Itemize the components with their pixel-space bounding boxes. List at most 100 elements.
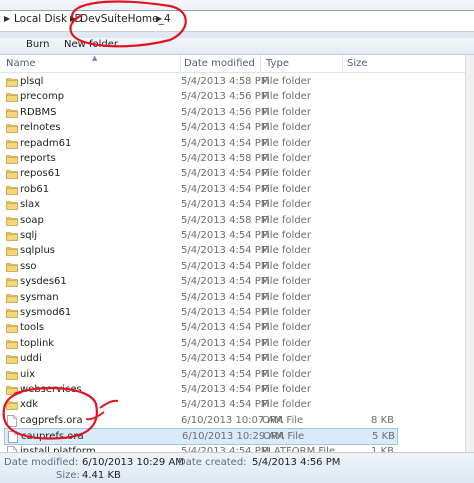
file-date-modified: 5/4/2013 4:54 PM (181, 199, 270, 211)
size-value: 4.41 KB (82, 470, 121, 481)
date-modified-label: Date modified: (4, 457, 79, 468)
file-type: File folder (262, 153, 311, 164)
file-name: tools (20, 322, 45, 334)
folder-icon (6, 155, 18, 164)
file-icon (8, 431, 18, 444)
file-name: repadm61 (20, 137, 72, 149)
folder-icon (6, 78, 18, 87)
details-pane: Date modified: 6/10/2013 10:29 AM Date c… (0, 452, 474, 483)
file-name: cauprefs.ora (21, 431, 84, 443)
file-type: File folder (262, 399, 311, 411)
file-date-modified: 5/4/2013 4:54 PM (181, 276, 270, 288)
folder-icon (6, 170, 18, 180)
file-date-modified: 5/4/2013 4:58 PM (181, 153, 270, 164)
file-name: RDBMS (20, 106, 57, 118)
file-date-modified: 5/4/2013 4:56 PM (181, 91, 270, 103)
file-date-modified: 5/4/2013 4:54 PM (181, 337, 270, 349)
folder-icon (6, 262, 18, 272)
command-toolbar: Burn New folder (0, 38, 474, 55)
folder-icon (6, 232, 18, 241)
breadcrumb-chevron-icon[interactable]: ▶ (70, 14, 76, 23)
file-type: File folder (262, 76, 311, 87)
folder-icon (6, 93, 18, 103)
file-name: soap (20, 214, 44, 226)
file-name: sysman (20, 291, 59, 303)
file-name: reports (20, 153, 56, 164)
file-date-modified: 5/4/2013 4:54 PM (181, 399, 270, 411)
burn-button[interactable]: Burn (26, 39, 49, 50)
folder-icon (6, 370, 18, 380)
file-name: slax (20, 199, 41, 211)
file-icon (7, 414, 17, 427)
file-type: File folder (262, 353, 311, 365)
new-folder-button[interactable]: New folder (64, 39, 118, 50)
vertical-scrollbar[interactable] (465, 55, 474, 452)
file-name: repos61 (20, 168, 61, 180)
sort-ascending-icon: ▲ (92, 54, 98, 62)
column-divider[interactable] (342, 55, 343, 72)
file-date-modified: 5/4/2013 4:54 PM (181, 260, 270, 272)
file-name: sqlj (20, 230, 38, 241)
folder-icon (6, 401, 18, 411)
folder-icon (6, 355, 18, 364)
file-type: File folder (262, 260, 311, 272)
folder-icon (6, 124, 18, 133)
file-date-modified: 5/4/2013 4:58 PM (181, 214, 270, 226)
file-name: sqlplus (20, 245, 56, 257)
folder-icon (6, 309, 18, 318)
file-type: File folder (262, 168, 311, 180)
folder-icon (6, 139, 18, 149)
file-name: webservices (20, 384, 82, 395)
file-name: uix (20, 368, 36, 380)
column-header-name[interactable]: Name (6, 58, 36, 69)
file-name: cagprefs.ora (20, 414, 83, 426)
file-date-modified: 5/4/2013 4:58 PM (181, 76, 270, 87)
breadcrumb-chevron-icon[interactable]: ▶ (4, 14, 10, 23)
file-name: plsql (20, 76, 44, 87)
breadcrumb-chevron-icon[interactable]: ▶ (156, 14, 162, 23)
file-type: File folder (262, 183, 311, 195)
file-type: File folder (262, 230, 311, 241)
file-name: sso (20, 260, 37, 272)
file-type: File folder (262, 245, 311, 257)
folder-icon (6, 185, 18, 195)
file-type: File folder (262, 337, 311, 349)
file-size: 5 KB (372, 431, 395, 443)
file-type: ORA File (263, 431, 305, 443)
file-date-modified: 5/4/2013 4:54 PM (181, 137, 270, 149)
file-date-modified: 5/4/2013 4:54 PM (181, 183, 270, 195)
file-name: relnotes (20, 122, 61, 134)
file-name: toplink (20, 337, 55, 349)
folder-icon (6, 247, 18, 257)
file-name: uddi (20, 353, 42, 365)
folder-icon (6, 201, 18, 210)
column-divider[interactable] (180, 55, 181, 72)
file-date-modified: 5/4/2013 4:54 PM (181, 322, 270, 334)
address-bar: ▶ Local Disk (D ▶ DevSuiteHome_4 ▶ (0, 0, 474, 39)
file-name: rob61 (20, 183, 50, 195)
file-type: File folder (262, 106, 311, 118)
file-type: File folder (262, 368, 311, 380)
folder-icon (6, 324, 18, 334)
file-type: File folder (262, 122, 311, 134)
column-header-size[interactable]: Size (347, 58, 368, 69)
file-type: File folder (262, 91, 311, 103)
file-name: sysdes61 (20, 276, 67, 288)
file-type: File folder (262, 307, 311, 318)
column-header-date-modified[interactable]: Date modified (184, 58, 255, 69)
file-size: 8 KB (371, 414, 394, 426)
column-divider[interactable] (260, 55, 261, 72)
file-date-modified: 5/4/2013 4:54 PM (181, 368, 270, 380)
date-modified-value: 6/10/2013 10:29 AM (82, 457, 184, 468)
file-date-modified: 5/4/2013 4:54 PM (181, 353, 270, 365)
folder-icon (6, 339, 18, 349)
file-date-modified: 5/4/2013 4:56 PM (181, 106, 270, 118)
file-type: File folder (262, 137, 311, 149)
file-date-modified: 5/4/2013 4:54 PM (181, 168, 270, 180)
file-type: ORA File (262, 414, 304, 426)
file-name: xdk (20, 399, 39, 411)
date-created-label: Date created: (178, 457, 247, 468)
column-headers: ▲ Name Date modified Type Size (0, 54, 474, 73)
file-date-modified: 5/4/2013 4:54 PM (181, 245, 270, 257)
column-header-type[interactable]: Type (266, 58, 289, 69)
